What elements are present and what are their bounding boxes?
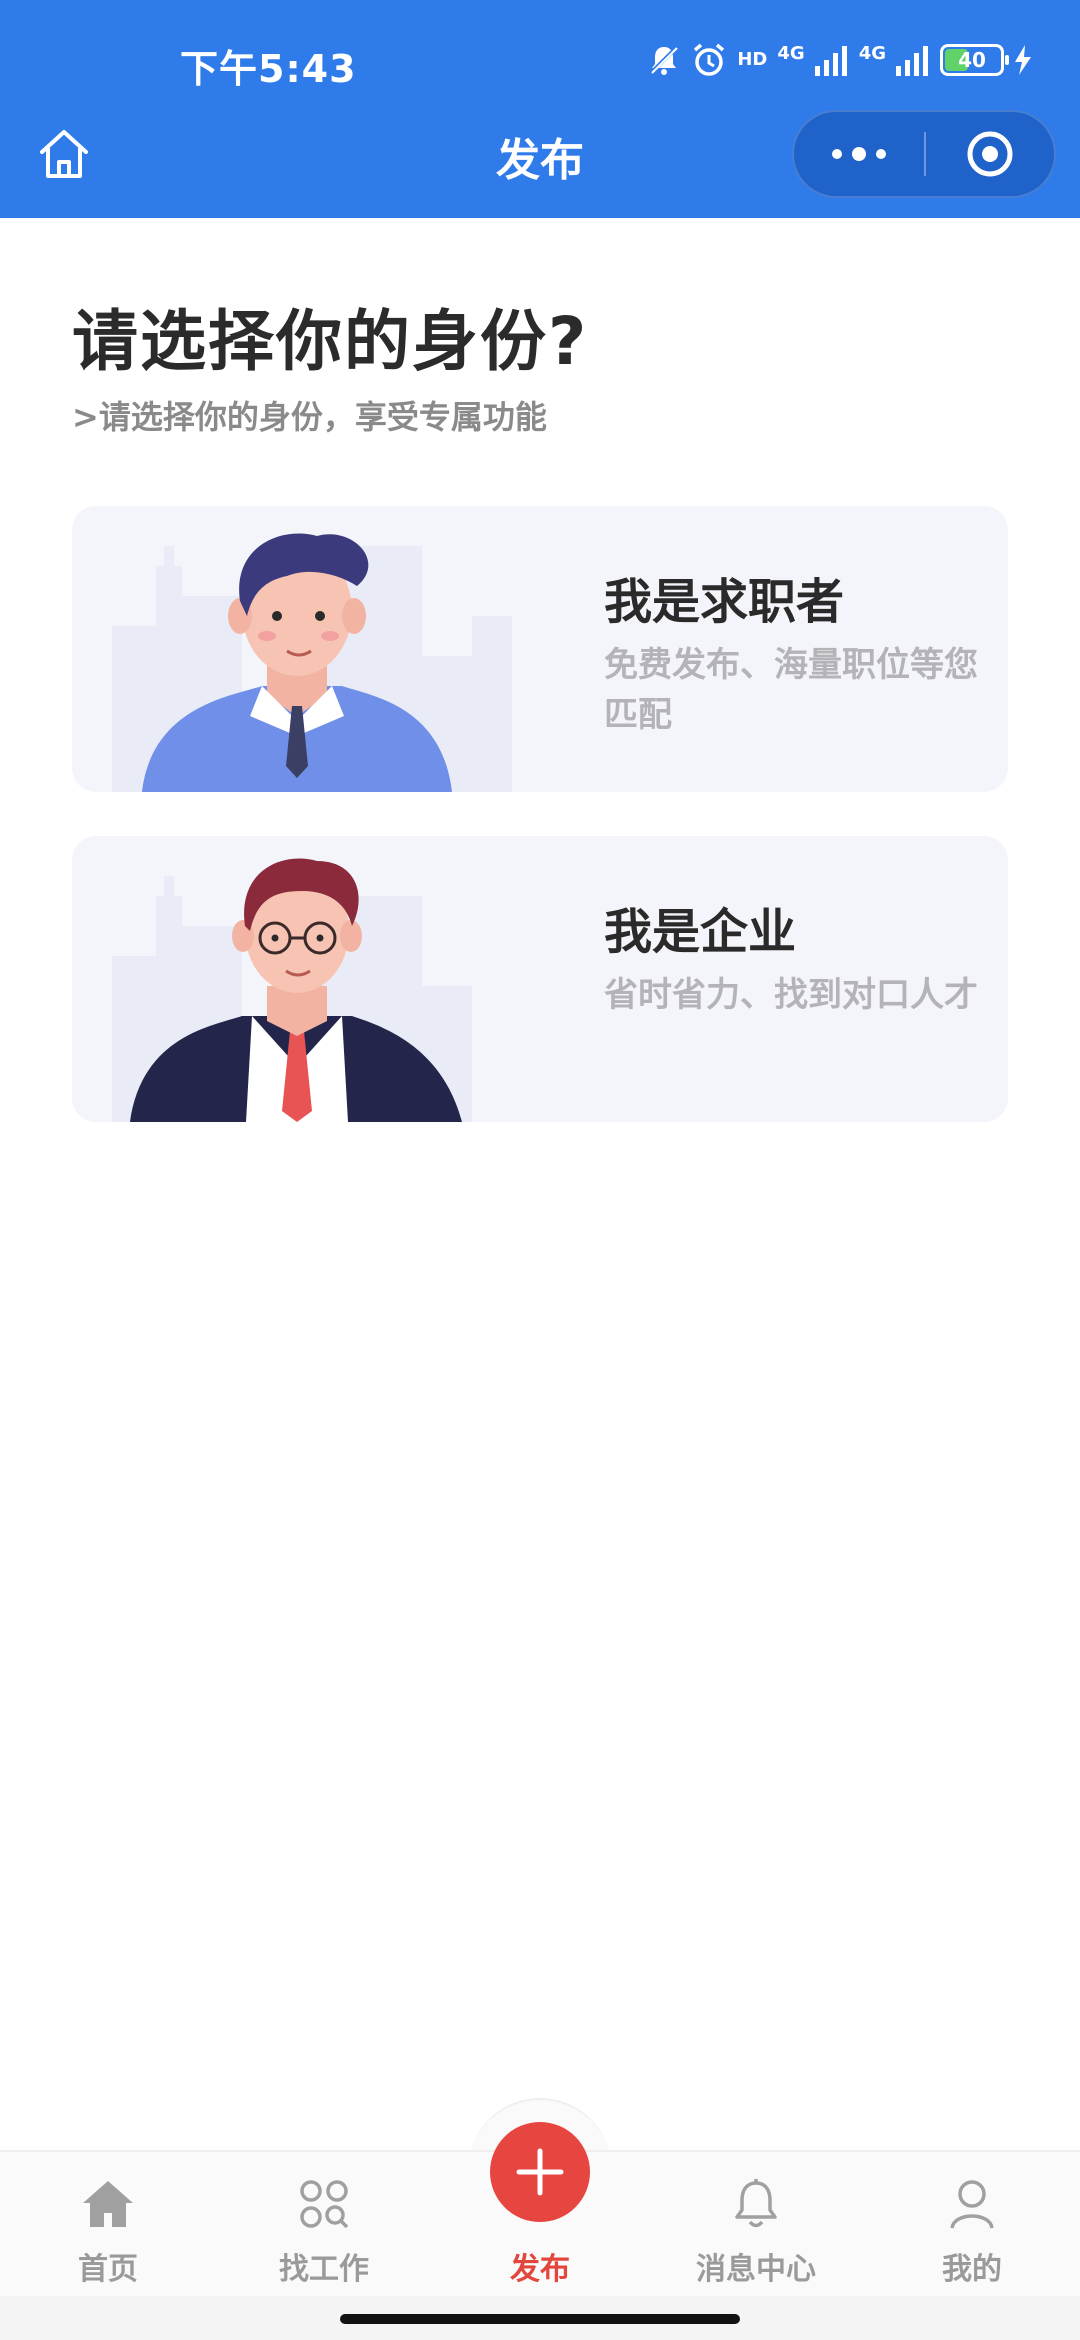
- signal-icon-2: [896, 46, 928, 76]
- more-button[interactable]: [794, 112, 924, 196]
- charging-icon: [1015, 45, 1031, 75]
- miniprogram-capsule: [792, 110, 1056, 198]
- tab-messages[interactable]: 消息中心: [648, 2152, 864, 2298]
- signal-icon: [814, 46, 847, 76]
- publish-fab-button[interactable]: [490, 2122, 590, 2222]
- tab-mine[interactable]: 我的: [864, 2152, 1080, 2298]
- network-label-1: 4G: [777, 42, 805, 64]
- tab-find-job-label: 找工作: [279, 2252, 369, 2287]
- status-time: 下午5:43: [180, 47, 357, 91]
- more-dot: [876, 149, 886, 159]
- tab-home-label: 首页: [78, 2252, 138, 2287]
- more-dot: [852, 147, 866, 161]
- job-seeker-title: 我是求职者: [604, 574, 845, 630]
- business-description: 省时省力、找到对口人才: [604, 975, 978, 1015]
- network-label-2: 4G: [858, 42, 886, 64]
- page-subtitle: >请选择你的身份，享受专属功能: [72, 398, 547, 436]
- battery-icon: 40: [940, 44, 1009, 76]
- bell-icon: [726, 2174, 786, 2234]
- top-header: 下午5:43 HD 4G 4G 40 发布: [0, 0, 1080, 218]
- business-title: 我是企业: [604, 904, 797, 960]
- status-icons: HD 4G 4G 40: [647, 40, 1032, 80]
- job-seeker-card[interactable]: 我是求职者 免费发布、海量职位等您匹配: [72, 506, 1008, 792]
- home-indicator[interactable]: [340, 2314, 740, 2324]
- battery-level: 40: [958, 48, 986, 72]
- business-person-avatar: [112, 858, 472, 1122]
- job-seeker-description: 免费发布、海量职位等您匹配: [604, 645, 978, 735]
- tab-find-job[interactable]: 找工作: [216, 2152, 432, 2298]
- home-icon: [78, 2174, 138, 2234]
- grid-search-icon: [294, 2174, 354, 2234]
- more-dot: [832, 149, 842, 159]
- tab-mine-label: 我的: [942, 2252, 1002, 2287]
- user-icon: [942, 2174, 1002, 2234]
- target-close-icon: [967, 131, 1013, 177]
- plus-icon: [516, 2148, 564, 2196]
- job-seeker-avatar: [112, 533, 512, 792]
- page-title: 请选择你的身份?: [72, 303, 589, 380]
- tab-messages-label: 消息中心: [696, 2252, 816, 2287]
- tab-publish-label: 发布: [510, 2252, 570, 2287]
- alarm-icon: [694, 43, 725, 76]
- close-button[interactable]: [926, 112, 1054, 196]
- mute-bell-icon: [649, 45, 679, 75]
- business-card[interactable]: 我是企业 省时省力、找到对口人才: [72, 836, 1008, 1122]
- tab-home[interactable]: 首页: [0, 2152, 216, 2298]
- hd-label: HD: [737, 49, 768, 70]
